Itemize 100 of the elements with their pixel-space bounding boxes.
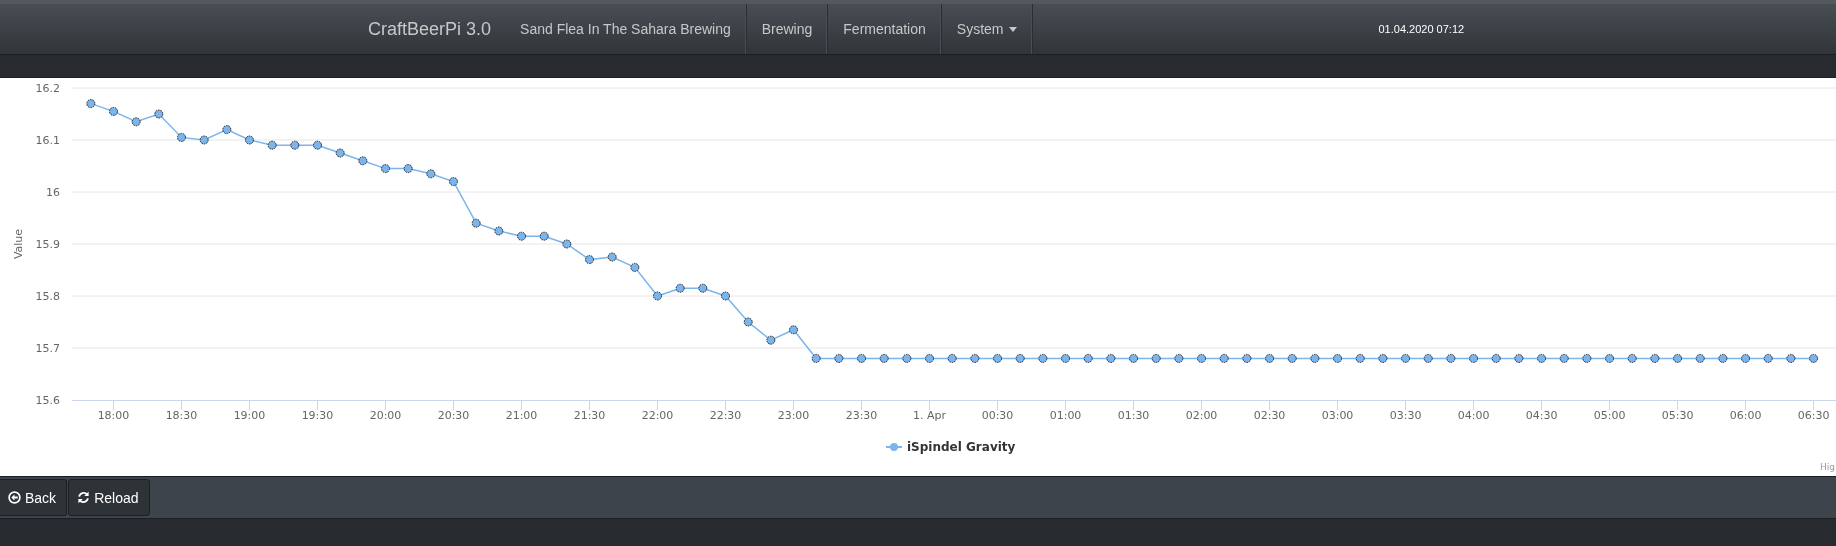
axis-label: 20:00 [369,409,402,422]
axis-label: 19:30 [301,409,334,422]
axis-label: 06:00 [1729,409,1762,422]
data-point [1287,353,1297,363]
refresh-icon [77,491,91,504]
axis-label: 00:30 [981,409,1014,422]
data-point [993,353,1002,363]
data-point [1242,353,1252,363]
data-point [857,353,866,363]
data-point [109,106,118,116]
data-point [1559,353,1569,363]
axis-label: 21:30 [573,409,606,422]
data-point [1106,353,1116,363]
data-point [1605,353,1615,363]
axis-label: 15.6 [35,394,60,407]
reload-button[interactable]: Reload [68,479,150,516]
nav-link[interactable]: Brewing [746,4,829,54]
data-point [947,353,957,363]
data-point [539,231,549,241]
data-point [1537,353,1547,363]
axis-label: 22:30 [709,409,742,422]
data-point [1061,353,1071,363]
data-point [245,135,254,145]
data-point [1015,353,1025,363]
data-point [585,255,594,265]
data-point [313,140,322,150]
data-point [1151,353,1161,363]
data-point [1174,353,1184,363]
data-point [1197,353,1207,363]
data-point [471,218,481,228]
data-point [381,164,390,174]
axis-label: 04:00 [1457,409,1490,422]
nav-link[interactable]: Sand Flea In The Sahara Brewing [505,4,747,54]
caret-icon [1009,26,1018,32]
data-point [403,164,413,174]
data-point [562,239,572,249]
axis-label: 19:00 [233,409,266,422]
data-point [1763,353,1773,363]
nav-dropdown[interactable]: System [941,4,1034,54]
axis-label: 05:00 [1593,409,1626,422]
data-point [426,169,436,179]
brand-title[interactable]: CraftBeerPi 3.0 [368,4,492,54]
data-point [1333,353,1343,363]
axis-label: 23:00 [777,409,810,422]
nav-link[interactable]: Fermentation [828,4,942,54]
data-point [1446,353,1456,363]
axis-label: 03:30 [1389,409,1422,422]
back-arrow-icon [8,491,21,504]
data-point [766,335,776,345]
axis-title: Value [12,228,25,260]
axis-label: 03:00 [1321,409,1354,422]
axis-label: 18:00 [97,409,130,422]
data-point [199,135,209,145]
data-point [1695,353,1705,363]
legend-item[interactable]: iSpindel Gravity [885,440,1016,454]
axis-label: 21:00 [505,409,538,422]
axis-label: 23:30 [845,409,878,422]
data-point [1741,353,1751,363]
axis-label: 15.9 [35,238,60,251]
axis-label: 01:00 [1049,409,1082,422]
data-point [86,99,96,109]
data-point [177,132,186,142]
data-point [902,353,912,363]
data-point [1491,353,1501,363]
axis-label: 16.2 [35,82,60,95]
data-point [675,283,685,293]
axis-label: 01:30 [1117,409,1150,422]
axis-label: 06:30 [1797,409,1830,422]
data-point [267,140,277,150]
back-button[interactable]: Back [0,479,68,516]
axis-label: 15.8 [35,290,60,303]
data-point [607,252,617,262]
data-point [358,156,368,166]
data-point [222,125,232,135]
data-point [653,291,662,301]
data-point [630,262,640,272]
data-point [449,177,458,187]
data-point [811,353,821,363]
data-point [789,325,798,335]
data-point [1038,353,1048,363]
data-point [1514,353,1524,363]
axis-label: 04:30 [1525,409,1558,422]
data-point [1265,353,1275,363]
data-point [131,117,141,127]
data-point [290,140,300,150]
data-point [1809,353,1819,363]
axis-label: 02:00 [1185,409,1218,422]
data-point [1378,353,1388,363]
axis-label: 16 [46,186,60,199]
clock-text: 01.04.2020 07:12 [1378,22,1465,37]
data-point [879,353,889,363]
data-point [834,353,844,363]
axis-label: 02:30 [1253,409,1286,422]
data-point [698,283,708,293]
legend-label: iSpindel Gravity [907,440,1016,454]
axis-label: 18:30 [165,409,198,422]
data-point [154,109,164,119]
data-point [1582,353,1592,363]
data-point [1650,353,1660,363]
data-point [1129,353,1139,363]
